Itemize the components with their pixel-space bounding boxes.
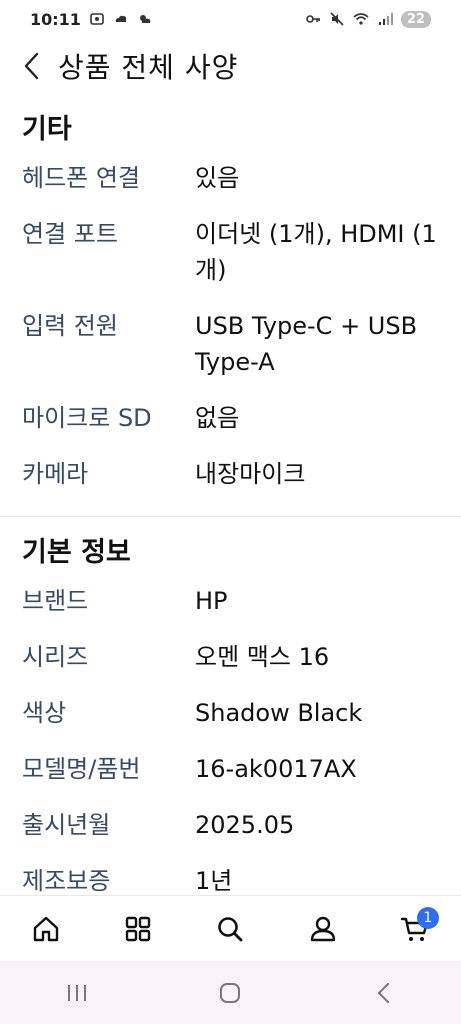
back-button[interactable] <box>16 46 46 86</box>
status-left: 10:11 <box>30 10 153 29</box>
section-divider <box>0 516 461 517</box>
section-title: 기타 <box>22 114 72 145</box>
spec-row: 입력 전원 USB Type-C + USB Type-A <box>22 306 439 398</box>
spec-section-basic: 기본 정보 브랜드 HP 시리즈 오멘 맥스 16 색상 Shadow Blac… <box>0 533 461 894</box>
status-time: 10:11 <box>30 9 81 29</box>
nav-cart[interactable]: 1 <box>391 905 439 953</box>
spec-label: 마이크로 SD <box>22 404 152 432</box>
spec-row: 시리즈 오멘 맥스 16 <box>22 637 439 693</box>
spec-value: 2025.05 <box>195 811 295 839</box>
spec-value: 이더넷 (1개), HDMI (1개) <box>195 220 437 284</box>
chevron-left-icon <box>24 52 39 80</box>
header: 상품 전체 사양 <box>0 38 461 94</box>
grid-icon <box>126 916 151 942</box>
recents-icon <box>67 984 86 1001</box>
spec-value: 있음 <box>195 164 240 192</box>
spec-label: 헤드폰 연결 <box>22 164 141 192</box>
spec-row: 브랜드 HP <box>22 581 439 637</box>
back-system-button[interactable] <box>360 969 408 1017</box>
screenshot-icon <box>90 13 104 25</box>
nav-category[interactable] <box>114 905 162 953</box>
wifi-icon <box>353 13 369 25</box>
spec-value: 1년 <box>195 867 233 894</box>
spec-value: 없음 <box>195 404 240 432</box>
bottom-nav: 1 <box>0 895 461 962</box>
page-title: 상품 전체 사양 <box>58 51 239 84</box>
battery-badge: 22 <box>400 10 431 28</box>
spec-value: 오멘 맥스 16 <box>195 643 330 671</box>
back-icon <box>378 982 390 1003</box>
spec-row: 헤드폰 연결 있음 <box>22 158 439 214</box>
home-system-button[interactable] <box>206 969 254 1017</box>
cloud-icon <box>115 15 127 22</box>
spec-label: 출시년월 <box>22 811 111 839</box>
spec-value: 16-ak0017AX <box>195 755 357 783</box>
spec-label: 제조보증 <box>22 867 111 894</box>
spec-section-misc: 기타 헤드폰 연결 있음 연결 포트 이더넷 (1개), HDMI (1개) 입… <box>0 110 461 510</box>
home-circle-icon <box>220 982 241 1003</box>
spec-label: 카메라 <box>22 460 89 488</box>
spec-label: 모델명/품번 <box>22 755 141 783</box>
search-icon <box>218 917 243 942</box>
section-title: 기본 정보 <box>22 537 131 568</box>
cart-badge: 1 <box>416 907 439 929</box>
nav-search[interactable] <box>206 905 254 953</box>
recents-button[interactable] <box>53 969 101 1017</box>
spec-row: 색상 Shadow Black <box>22 693 439 749</box>
home-icon <box>33 916 59 942</box>
status-right: 22 <box>305 10 431 28</box>
spec-label: 입력 전원 <box>22 312 118 340</box>
signal-icon <box>378 13 393 25</box>
status-bar: 10:11 22 <box>0 0 461 38</box>
spec-row: 카메라 내장마이크 <box>22 454 439 510</box>
spec-row: 연결 포트 이더넷 (1개), HDMI (1개) <box>22 214 439 306</box>
spec-value: HP <box>195 587 228 615</box>
spec-label: 색상 <box>22 699 67 727</box>
user-icon <box>310 916 335 942</box>
spec-value: 내장마이크 <box>195 460 306 488</box>
spec-label: 시리즈 <box>22 643 89 671</box>
system-nav <box>0 961 461 1024</box>
spec-content[interactable]: 기타 헤드폰 연결 있음 연결 포트 이더넷 (1개), HDMI (1개) 입… <box>0 94 461 894</box>
nav-my[interactable] <box>299 905 347 953</box>
key-icon <box>306 15 320 23</box>
spec-row: 제조보증 1년 <box>22 861 439 894</box>
spec-row: 출시년월 2025.05 <box>22 805 439 861</box>
spec-row: 마이크로 SD 없음 <box>22 398 439 454</box>
spec-label: 연결 포트 <box>22 220 118 248</box>
spec-row: 모델명/품번 16-ak0017AX <box>22 749 439 805</box>
spec-value: Shadow Black <box>195 699 363 727</box>
nav-home[interactable] <box>22 905 70 953</box>
weather-icon <box>139 15 151 23</box>
mute-icon <box>330 12 344 26</box>
spec-value: USB Type-C + USB Type-A <box>195 312 418 376</box>
spec-label: 브랜드 <box>22 587 89 615</box>
